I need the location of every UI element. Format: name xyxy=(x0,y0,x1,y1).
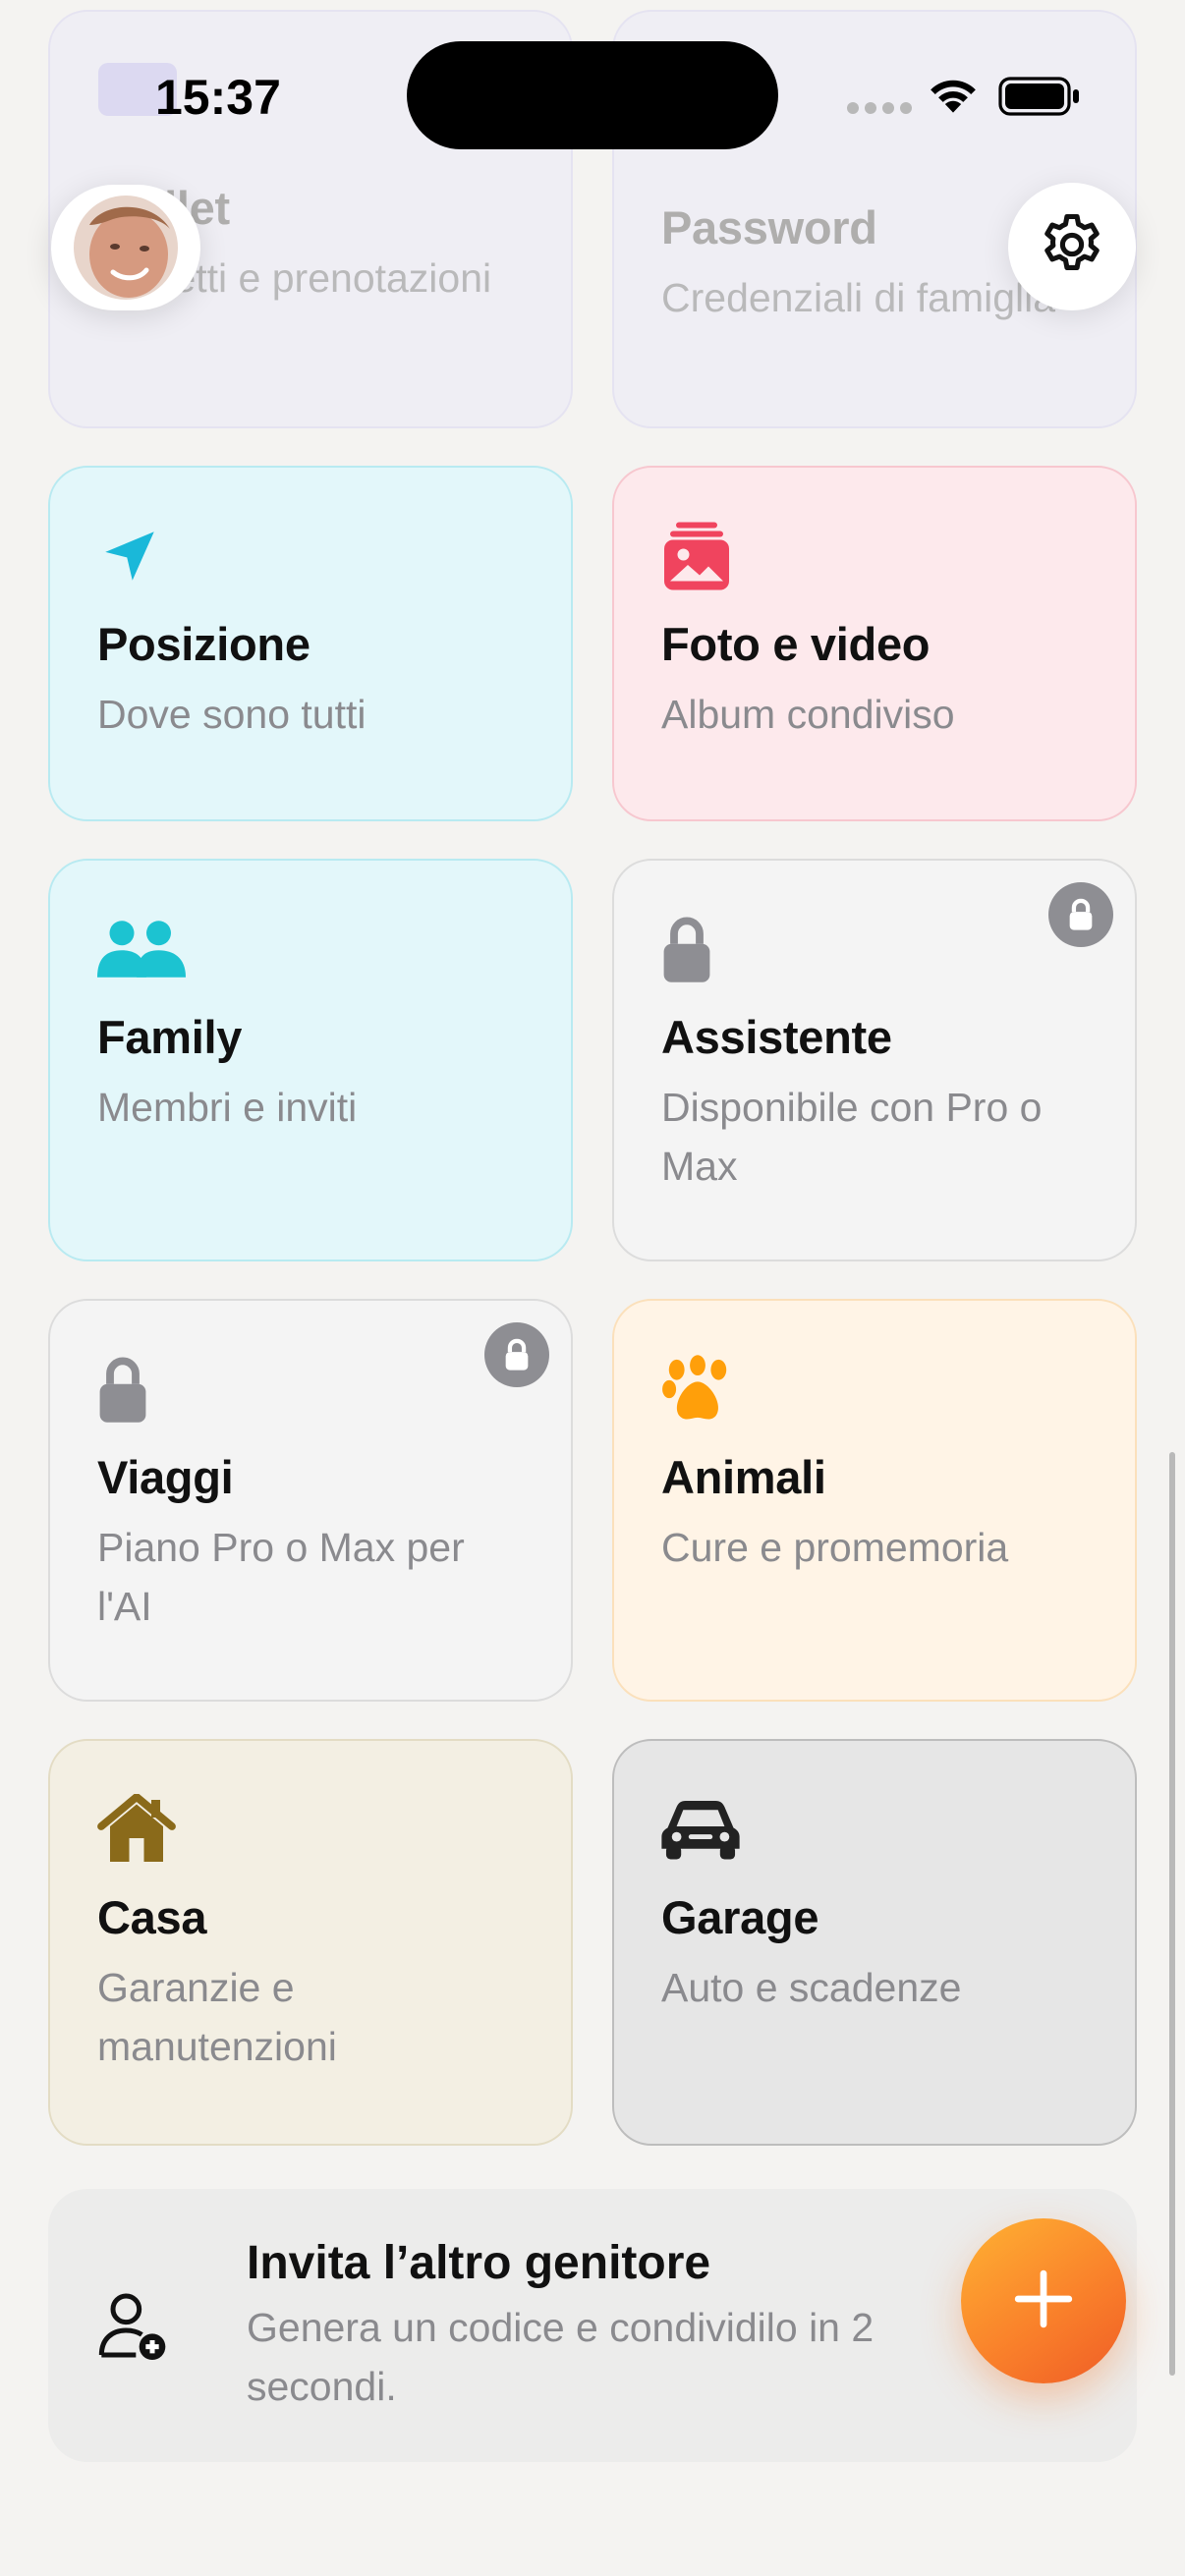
card-assistente[interactable]: Assistente Disponibile con Pro o Max xyxy=(612,859,1137,1261)
lock-icon xyxy=(661,910,750,988)
dynamic-island xyxy=(407,41,778,149)
card-subtitle: Cure e promemoria xyxy=(661,1525,1009,1570)
card-title: Assistente xyxy=(661,1011,892,1063)
card-title: Family xyxy=(97,1011,243,1063)
lock-badge-icon xyxy=(484,1322,549,1387)
photo-stack-icon xyxy=(661,517,750,595)
card-foto-video[interactable]: Foto e video Album condiviso xyxy=(612,466,1137,821)
card-subtitle: Album condiviso xyxy=(661,692,955,737)
card-title: Animali xyxy=(661,1451,826,1503)
card-casa[interactable]: Casa Garanzie e manutenzioni xyxy=(48,1739,573,2146)
wifi-icon xyxy=(926,73,981,121)
status-time: 15:37 xyxy=(155,70,281,125)
add-fab-button[interactable] xyxy=(961,2218,1126,2383)
card-title: Casa xyxy=(97,1891,207,1943)
card-posizione[interactable]: Posizione Dove sono tutti xyxy=(48,466,573,821)
plus-icon xyxy=(1013,2268,1074,2334)
cellular-signal-icon xyxy=(847,102,912,114)
card-animali[interactable]: Animali Cure e promemoria xyxy=(612,1299,1137,1702)
card-subtitle: Dove sono tutti xyxy=(97,692,367,737)
card-subtitle: Membri e inviti xyxy=(97,1085,358,1130)
people-icon xyxy=(97,910,186,988)
invite-text: Invita l’altro genitore Genera un codice… xyxy=(247,2236,934,2416)
card-garage[interactable]: Garage Auto e scadenze xyxy=(612,1739,1137,2146)
card-title: Garage xyxy=(661,1891,819,1943)
card-subtitle: Piano Pro o Max per l'AI xyxy=(97,1525,465,1629)
status-bar: 15:37 xyxy=(0,0,1185,196)
battery-icon xyxy=(998,77,1081,121)
card-viaggi[interactable]: Viaggi Piano Pro o Max per l'AI xyxy=(48,1299,573,1702)
card-subtitle: Garanzie e manutenzioni xyxy=(97,1965,337,2069)
card-title: Foto e video xyxy=(661,618,931,670)
avatar-photo xyxy=(74,196,178,300)
avatar[interactable] xyxy=(51,185,200,310)
scrollbar[interactable] xyxy=(1169,1452,1175,2376)
car-icon xyxy=(661,1790,750,1869)
paw-icon xyxy=(661,1350,750,1428)
invite-title: Invita l’altro genitore xyxy=(247,2236,711,2289)
invite-subtitle: Genera un codice e condividilo in 2 seco… xyxy=(247,2304,875,2409)
lock-badge-icon xyxy=(1048,882,1113,947)
card-title: Posizione xyxy=(97,618,310,670)
gear-icon xyxy=(1037,209,1107,285)
house-icon xyxy=(97,1790,186,1869)
settings-button[interactable] xyxy=(1008,183,1136,310)
card-subtitle: Auto e scadenze xyxy=(661,1965,962,2010)
card-family[interactable]: Family Membri e inviti xyxy=(48,859,573,1261)
location-arrow-icon xyxy=(97,517,186,595)
card-title: Viaggi xyxy=(97,1451,234,1503)
card-subtitle: Disponibile con Pro o Max xyxy=(661,1085,1043,1189)
feature-grid: Wallet Biglietti e prenotazioni Password… xyxy=(48,10,1137,2183)
lock-icon xyxy=(97,1350,186,1428)
person-add-icon xyxy=(93,2286,203,2365)
